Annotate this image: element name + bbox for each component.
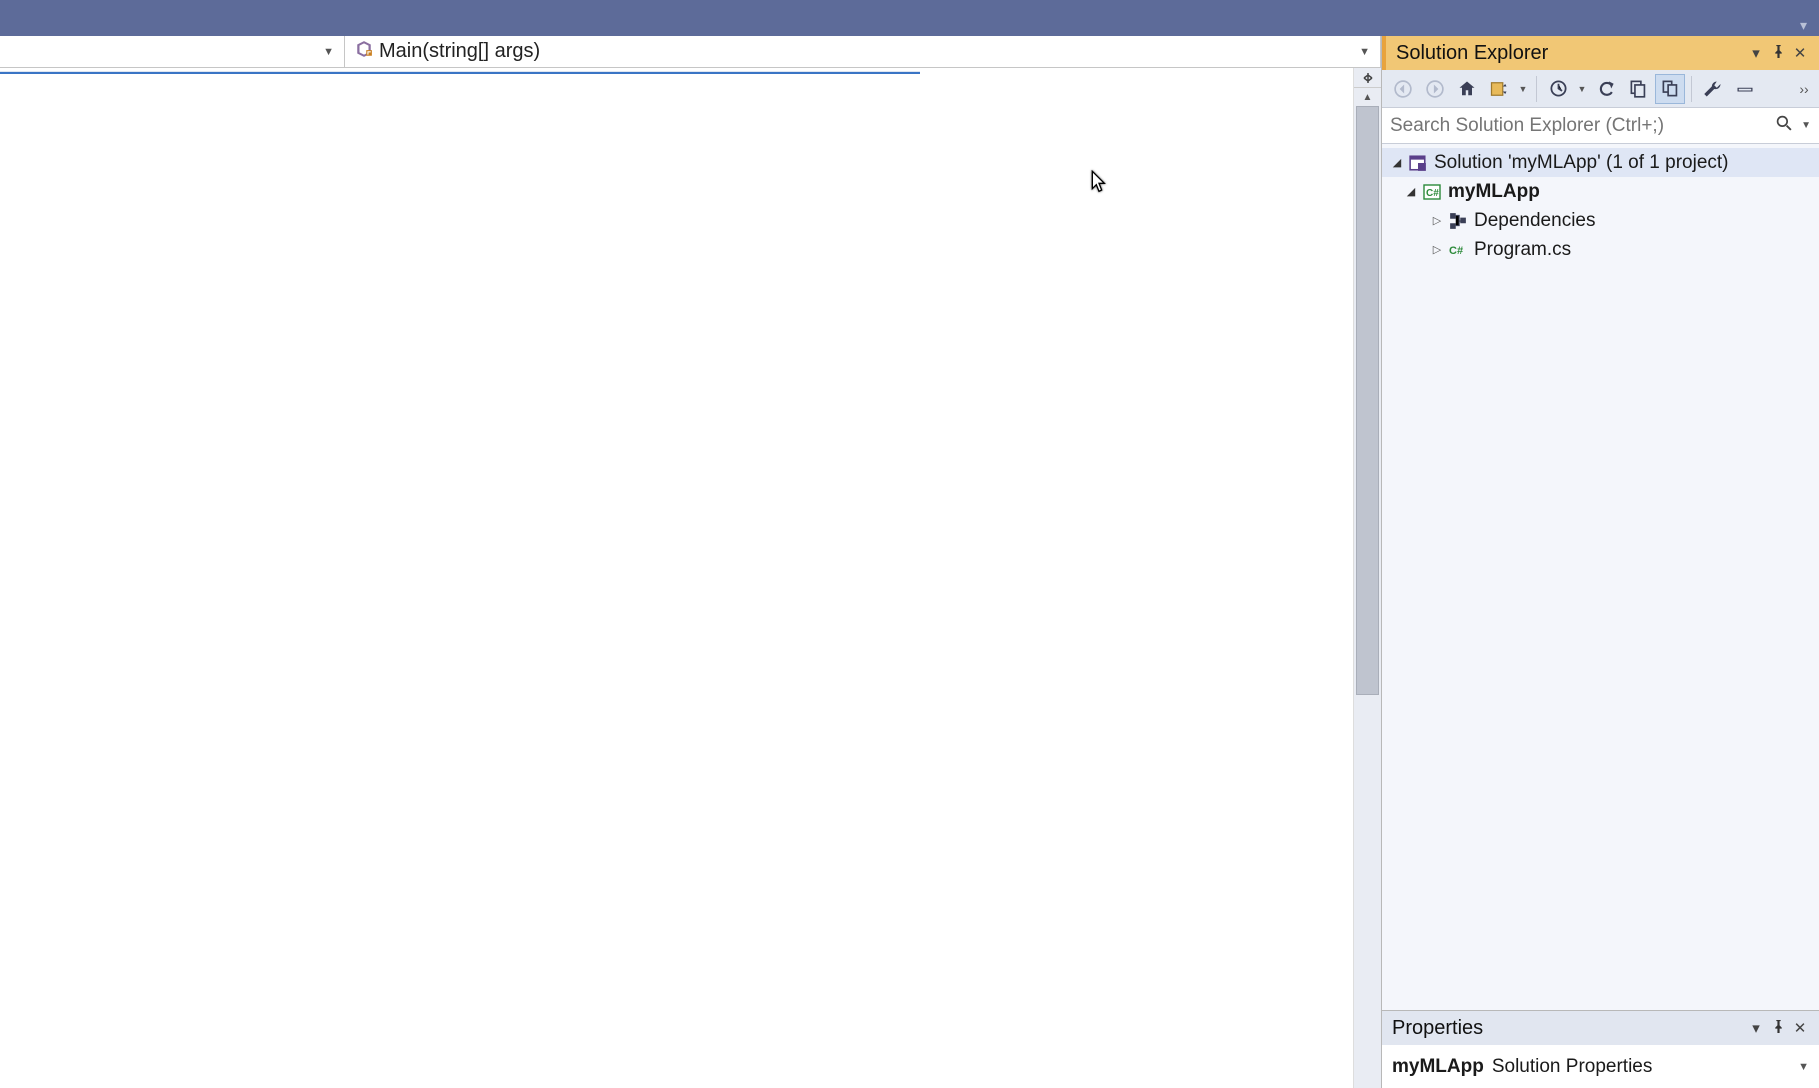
toolbar-overflow-icon[interactable]: ▾ xyxy=(1800,17,1807,34)
method-icon xyxy=(355,40,373,64)
window-position-icon[interactable]: ▾ xyxy=(1745,44,1767,62)
show-all-files-button[interactable] xyxy=(1655,74,1685,104)
properties-title: Properties xyxy=(1392,1017,1745,1040)
nav-back-button[interactable] xyxy=(1388,74,1418,104)
toolbar-overflow-icon[interactable]: ›› xyxy=(1795,74,1813,104)
close-icon[interactable]: ✕ xyxy=(1789,1019,1811,1037)
editor-scope-dropdown[interactable]: ▼ xyxy=(0,36,345,67)
properties-category: Solution Properties xyxy=(1492,1056,1653,1078)
project-node[interactable]: ◢ C# myMLApp xyxy=(1382,177,1819,206)
scroll-thumb[interactable] xyxy=(1356,106,1379,695)
code-editor-region: ▼ Main(string[] args) ▼ xyxy=(0,36,1381,1088)
chevron-down-icon: ▼ xyxy=(1359,46,1370,58)
nav-forward-button[interactable] xyxy=(1420,74,1450,104)
collapse-icon[interactable]: ◢ xyxy=(1390,156,1404,169)
solution-explorer-search[interactable]: ▼ xyxy=(1382,108,1819,144)
properties-button[interactable] xyxy=(1698,74,1728,104)
search-icon[interactable] xyxy=(1776,115,1793,137)
switch-views-dropdown[interactable]: ▼ xyxy=(1516,74,1530,104)
csharp-project-icon: C# xyxy=(1422,182,1442,202)
expand-icon[interactable]: ▷ xyxy=(1430,243,1444,256)
dependencies-node[interactable]: ▷ Dependencies xyxy=(1382,206,1819,235)
solution-node[interactable]: ◢ Solution 'myMLApp' (1 of 1 project) xyxy=(1382,148,1819,177)
chevron-down-icon: ▼ xyxy=(323,46,334,58)
expand-icon[interactable]: ▷ xyxy=(1430,214,1444,227)
dependencies-icon xyxy=(1448,211,1468,231)
program-cs-label: Program.cs xyxy=(1474,239,1571,261)
search-options-dropdown[interactable]: ▼ xyxy=(1801,120,1811,131)
solution-explorer-tree[interactable]: ◢ Solution 'myMLApp' (1 of 1 project) ◢ … xyxy=(1382,144,1819,1010)
editor-member-label: Main(string[] args) xyxy=(379,40,540,63)
split-editor-handle[interactable] xyxy=(1354,68,1381,88)
preview-selected-button[interactable] xyxy=(1730,74,1760,104)
home-button[interactable] xyxy=(1452,74,1482,104)
collapse-icon[interactable]: ◢ xyxy=(1404,185,1418,198)
solution-icon xyxy=(1408,153,1428,173)
search-input[interactable] xyxy=(1390,115,1776,137)
menu-bar-remnant: ▾ xyxy=(0,0,1819,36)
project-label: myMLApp xyxy=(1448,181,1540,203)
pending-changes-dropdown[interactable]: ▼ xyxy=(1575,74,1589,104)
pin-icon[interactable] xyxy=(1767,45,1789,62)
csharp-file-icon: C# xyxy=(1448,240,1468,260)
program-cs-node[interactable]: ▷ C# Program.cs xyxy=(1382,235,1819,264)
solution-explorer-titlebar[interactable]: Solution Explorer ▾ ✕ xyxy=(1382,36,1819,70)
svg-text:C#: C# xyxy=(1426,188,1439,199)
editor-member-dropdown[interactable]: Main(string[] args) ▼ xyxy=(345,36,1381,67)
properties-titlebar[interactable]: Properties ▾ ✕ xyxy=(1382,1011,1819,1045)
properties-object-selector[interactable]: myMLApp Solution Properties ▼ xyxy=(1382,1045,1819,1088)
chevron-down-icon[interactable]: ▼ xyxy=(1798,1061,1809,1073)
properties-subject: myMLApp xyxy=(1392,1056,1484,1078)
editor-navigation-bar: ▼ Main(string[] args) ▼ xyxy=(0,36,1381,68)
editor-text-area[interactable] xyxy=(0,74,1353,1088)
solution-explorer-title: Solution Explorer xyxy=(1396,42,1745,65)
window-position-icon[interactable]: ▾ xyxy=(1745,1019,1767,1037)
refresh-button[interactable] xyxy=(1623,74,1653,104)
pin-icon[interactable] xyxy=(1767,1020,1789,1037)
solution-explorer-toolbar: ▼ ▼ xyxy=(1382,70,1819,108)
pending-changes-filter-button[interactable] xyxy=(1543,74,1573,104)
scroll-up-icon[interactable]: ▲ xyxy=(1354,88,1381,106)
dependencies-label: Dependencies xyxy=(1474,210,1595,232)
sync-active-doc-button[interactable] xyxy=(1591,74,1621,104)
editor-vertical-scrollbar[interactable]: ▲ xyxy=(1353,68,1381,1088)
svg-text:C#: C# xyxy=(1449,245,1463,257)
solution-label: Solution 'myMLApp' (1 of 1 project) xyxy=(1434,152,1729,174)
switch-views-button[interactable] xyxy=(1484,74,1514,104)
close-icon[interactable]: ✕ xyxy=(1789,44,1811,62)
